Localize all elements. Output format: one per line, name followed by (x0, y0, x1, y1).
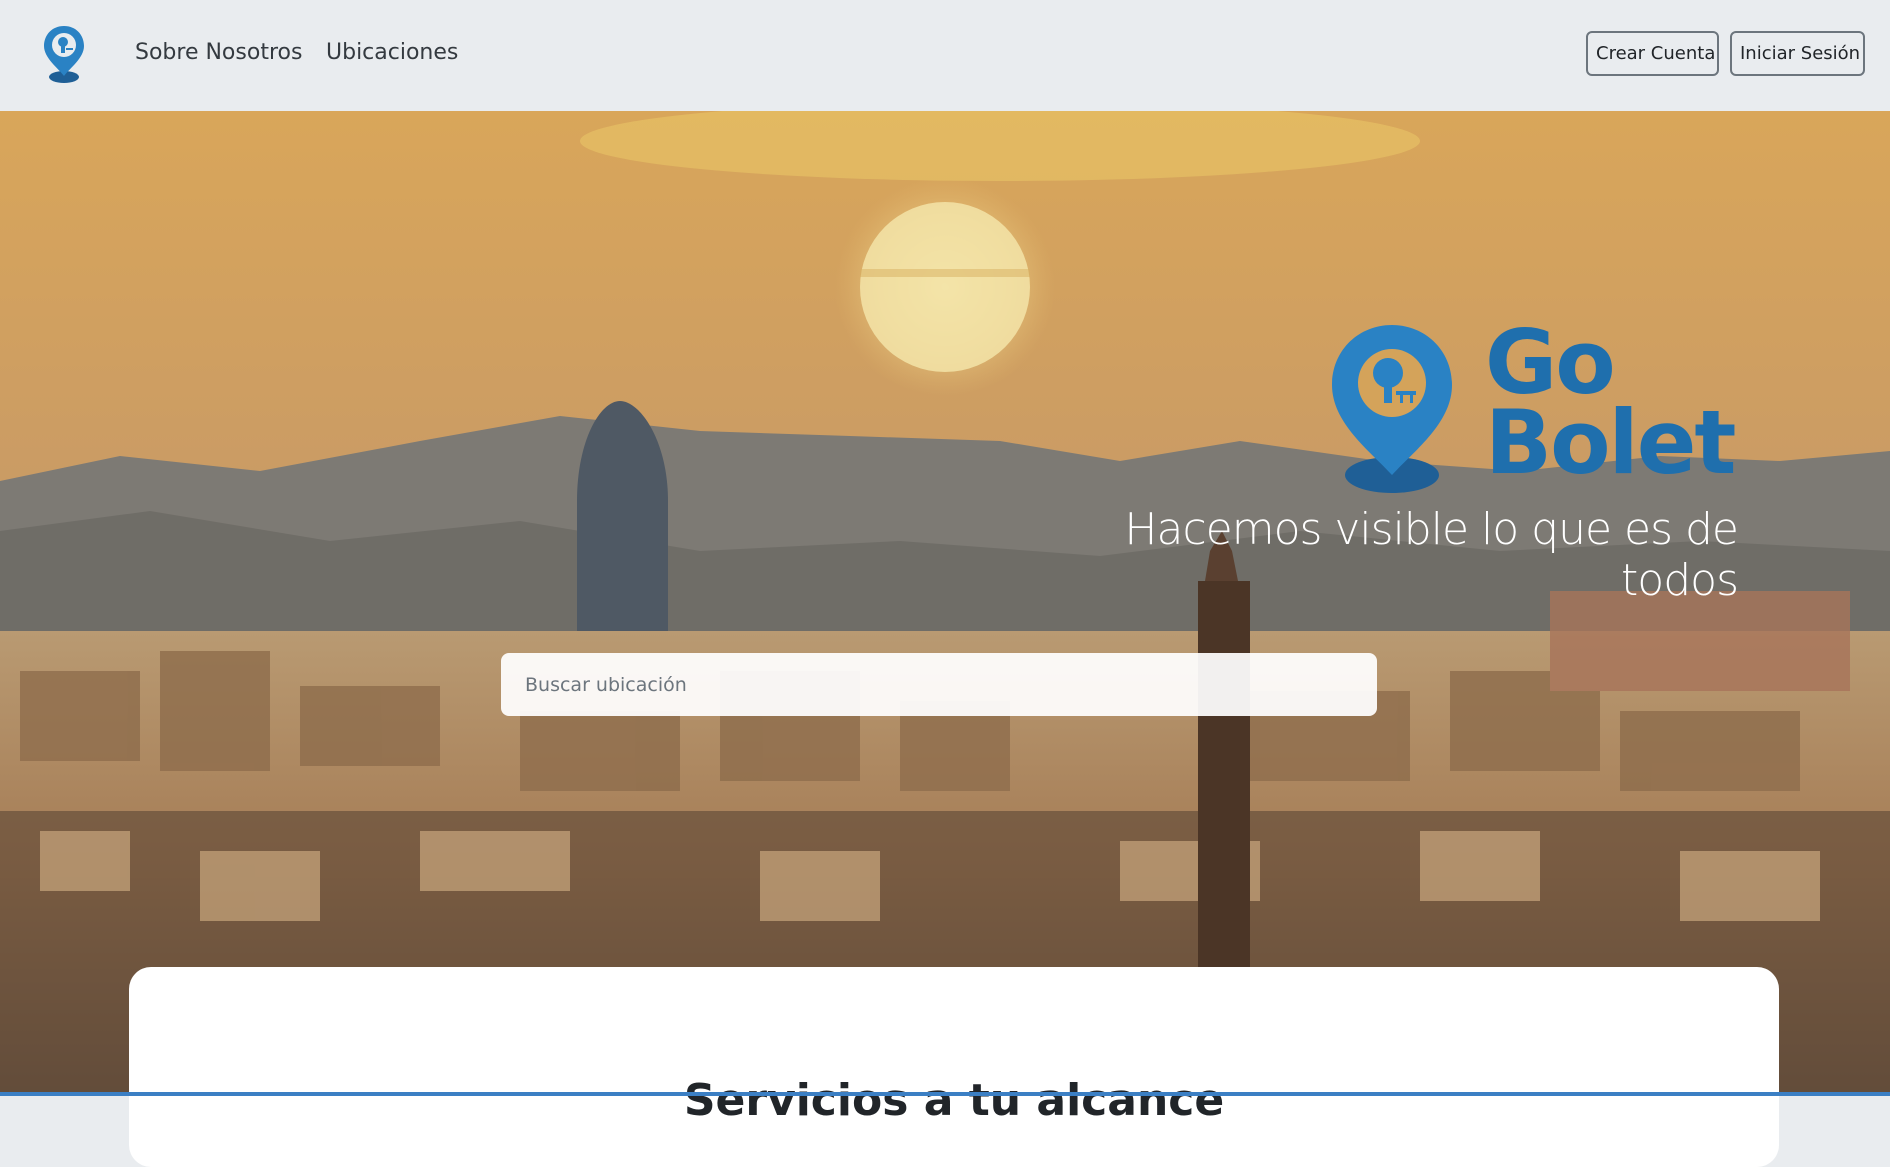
hero-tagline: Hacemos visible lo que es de todos (1124, 504, 1739, 606)
search-input[interactable] (501, 653, 1377, 716)
navbar: Sobre Nosotros Ubicaciones Crear Cuenta … (0, 0, 1890, 111)
create-account-button[interactable]: Crear Cuenta (1586, 31, 1719, 76)
brand-name-line2: Bolet (1485, 391, 1736, 494)
services-title: Servicios a tu alcance (683, 1075, 1225, 1126)
nav-link-about[interactable]: Sobre Nosotros (135, 40, 302, 65)
location-pin-icon (1332, 325, 1452, 493)
hero-section: Go Bolet Hacemos visible lo que es de to… (0, 111, 1890, 1096)
nav-link-locations[interactable]: Ubicaciones (326, 40, 458, 65)
page-bottom-accent (0, 1092, 1890, 1096)
location-pin-icon[interactable] (42, 24, 86, 84)
services-card: Servicios a tu alcance (129, 967, 1779, 1167)
login-button[interactable]: Iniciar Sesión (1730, 31, 1865, 76)
brand-logo: Go Bolet (1330, 311, 1740, 498)
